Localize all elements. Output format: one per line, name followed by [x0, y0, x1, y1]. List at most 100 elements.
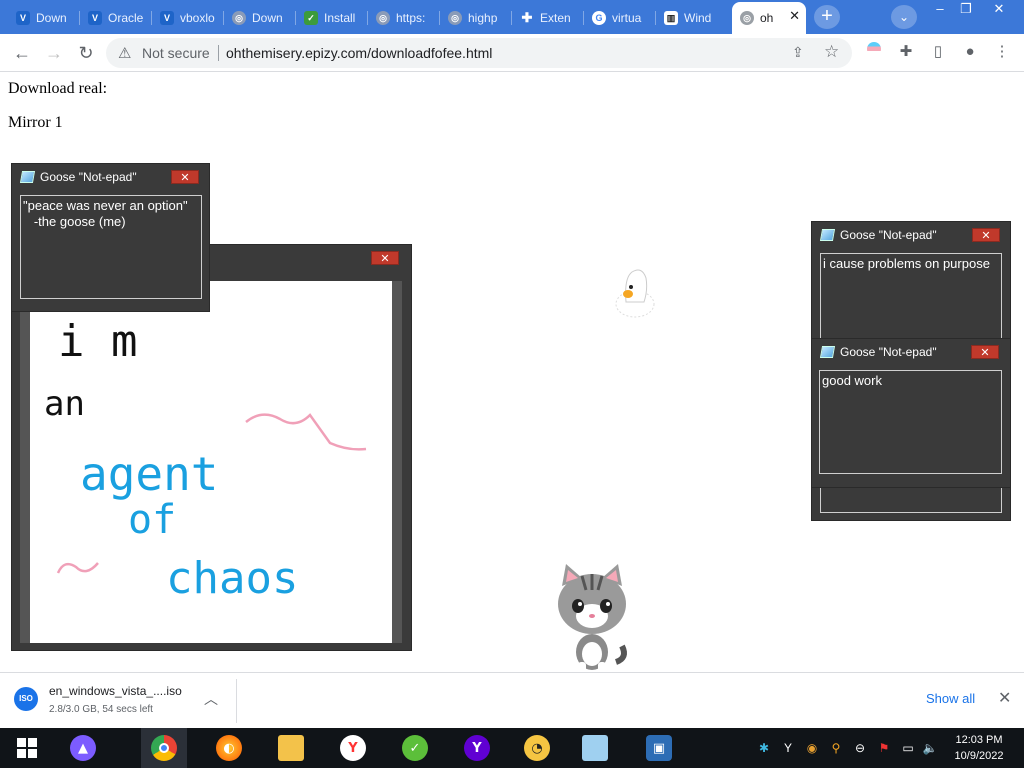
leaf-icon: ✓	[304, 11, 318, 25]
download-filename[interactable]: en_windows_vista_....iso	[49, 684, 182, 698]
tab-active[interactable]: ◎ oh ✕	[732, 2, 806, 34]
tab-vboxlo[interactable]: V vboxlo	[152, 4, 224, 32]
download-shelf: ISO en_windows_vista_....iso 2.8/3.0 GB,…	[0, 672, 1024, 728]
clock-time: 12:03 PM	[955, 734, 1003, 746]
bookmark-star-icon[interactable]: ☆	[824, 42, 839, 62]
tab-wind[interactable]: ▥ Wind	[656, 4, 730, 32]
tab-search-button[interactable]: ⌄	[891, 5, 917, 29]
tab-label: Oracle	[108, 11, 144, 25]
network-icon[interactable]: ▭	[900, 740, 916, 756]
forward-button[interactable]: →	[42, 41, 66, 65]
taskbar-yandex[interactable]: Y	[330, 728, 376, 768]
tab-extensions[interactable]: ✚ Exten	[512, 4, 584, 32]
tab-label: vboxlo	[180, 11, 215, 25]
globe-icon: ◎	[448, 11, 462, 25]
extensions-icon[interactable]: ✚	[896, 42, 916, 62]
back-button[interactable]: ←	[10, 41, 34, 65]
share-icon[interactable]: ⇪	[792, 44, 804, 61]
tab-virtua[interactable]: G virtua	[584, 4, 656, 32]
tab-install[interactable]: ✓ Install	[296, 4, 368, 32]
taskbar-firefox[interactable]: ◐	[206, 728, 252, 768]
start-button[interactable]	[4, 728, 50, 768]
taskbar-app[interactable]: ✓	[392, 728, 438, 768]
tray-search-icon[interactable]: ⚲	[828, 740, 844, 756]
tab-label: oh	[760, 11, 774, 25]
warning-icon[interactable]: ⚠	[118, 44, 131, 62]
profile-flag-icon[interactable]	[864, 42, 884, 62]
tab-label: Exten	[540, 11, 571, 25]
menu-icon[interactable]: ⋮	[992, 42, 1012, 62]
tab-down-2[interactable]: ◎ Down	[224, 4, 296, 32]
scribble	[245, 413, 367, 451]
tab-close-icon[interactable]: ✕	[789, 9, 800, 23]
tab-label: Install	[324, 11, 356, 25]
yahoo-icon: Y	[464, 735, 490, 761]
frame-right	[392, 281, 402, 643]
volume-icon[interactable]: 🔈	[922, 740, 938, 756]
tray-yandex-icon[interactable]: Y	[780, 740, 796, 756]
globe-icon: ◎	[376, 11, 390, 25]
account-icon[interactable]: ●	[960, 42, 980, 62]
drawing-canvas: i m an agent of chaos	[30, 281, 392, 643]
tray-minus-icon[interactable]: ⊖	[852, 740, 868, 756]
side-panel-icon[interactable]: ▯	[928, 42, 948, 62]
window-title-text: Goose "Not-epad"	[40, 170, 137, 184]
divider	[236, 679, 237, 723]
security-label[interactable]: Not secure	[142, 45, 210, 61]
tab-label: highp	[468, 11, 498, 25]
drawing-text: i m	[58, 316, 137, 367]
tab-label: Down	[36, 11, 67, 25]
tab-https[interactable]: ◎ https:	[368, 4, 440, 32]
iso-file-icon[interactable]: ISO	[14, 687, 38, 711]
virtualbox-icon: ▣	[646, 735, 672, 761]
drawing-text: agent	[80, 447, 218, 501]
close-icon[interactable]: ✕	[371, 251, 399, 265]
note-textarea[interactable]: good work	[819, 370, 1002, 474]
taskbar-virtualbox[interactable]: ▣	[636, 728, 682, 768]
clock[interactable]: 12:03 PM 10/9/2022	[948, 732, 1010, 764]
globe-icon: ◎	[740, 11, 754, 25]
note-textarea[interactable]: "peace was never an option" -the goose (…	[20, 195, 202, 299]
tab-highp[interactable]: ◎ highp	[440, 4, 512, 32]
restore-button[interactable]: ❐	[951, 0, 981, 20]
close-icon[interactable]: ✕	[971, 345, 999, 359]
new-tab-button[interactable]: +	[814, 5, 840, 29]
tray-chrome-icon[interactable]: ◉	[804, 740, 820, 756]
close-window-button[interactable]: ✕	[984, 0, 1014, 20]
taskbar: ▲ ◐ Y ✓ Y ◔ ▣ ✱ Y ◉ ⚲ ⊖ ⚑ ▭ 🔈 12:03 PM 1…	[0, 728, 1024, 768]
url-text[interactable]: ohthemisery.epizy.com/downloadfofee.html	[226, 45, 492, 61]
taskbar-notepad[interactable]	[572, 728, 618, 768]
browser-toolbar: ← → ↻ ⚠ Not secure ohthemisery.epizy.com…	[0, 34, 1024, 72]
page-content: Download real: Mirror 1 ✕ i m an agent o…	[0, 72, 1024, 672]
window-title-text: Goose "Not-epad"	[840, 345, 937, 359]
close-icon[interactable]: ✕	[972, 228, 1000, 242]
tab-down[interactable]: V Down	[8, 4, 80, 32]
vbox-icon: V	[160, 11, 174, 25]
taskbar-chrome[interactable]	[141, 728, 187, 768]
cat-image[interactable]	[552, 562, 632, 672]
divider	[218, 45, 219, 61]
address-bar[interactable]: ⚠ Not secure ohthemisery.epizy.com/downl…	[106, 38, 852, 68]
show-all-button[interactable]: Show all	[926, 691, 975, 706]
mirror-1-link[interactable]: Mirror 1	[8, 114, 63, 132]
tray-flag-icon[interactable]: ⚑	[876, 740, 892, 756]
close-icon[interactable]: ✕	[171, 170, 199, 184]
tab-label: Down	[252, 11, 283, 25]
clock-date: 10/9/2022	[954, 750, 1004, 762]
tray-app-icon[interactable]: ✱	[756, 740, 772, 756]
taskbar-goose[interactable]: ◔	[514, 728, 560, 768]
vbox-icon: V	[16, 11, 30, 25]
frame-left	[20, 281, 30, 643]
taskbar-yahoo[interactable]: Y	[454, 728, 500, 768]
chevron-up-icon[interactable]: ︿	[204, 689, 218, 709]
scribble	[56, 562, 99, 574]
goose-image[interactable]	[612, 268, 658, 320]
taskbar-explorer[interactable]	[268, 728, 314, 768]
goose-notepad-window-1[interactable]: Goose "Not-epad" ✕ "peace was never an o…	[11, 163, 210, 312]
close-icon[interactable]: ✕	[998, 688, 1011, 708]
taskbar-app[interactable]: ▲	[60, 728, 106, 768]
tab-oracle[interactable]: V Oracle	[80, 4, 152, 32]
reload-button[interactable]: ↻	[74, 41, 98, 65]
goose-notepad-window-3[interactable]: Goose "Not-epad" ✕ good work	[811, 338, 1011, 488]
tab-label: Wind	[684, 11, 712, 25]
